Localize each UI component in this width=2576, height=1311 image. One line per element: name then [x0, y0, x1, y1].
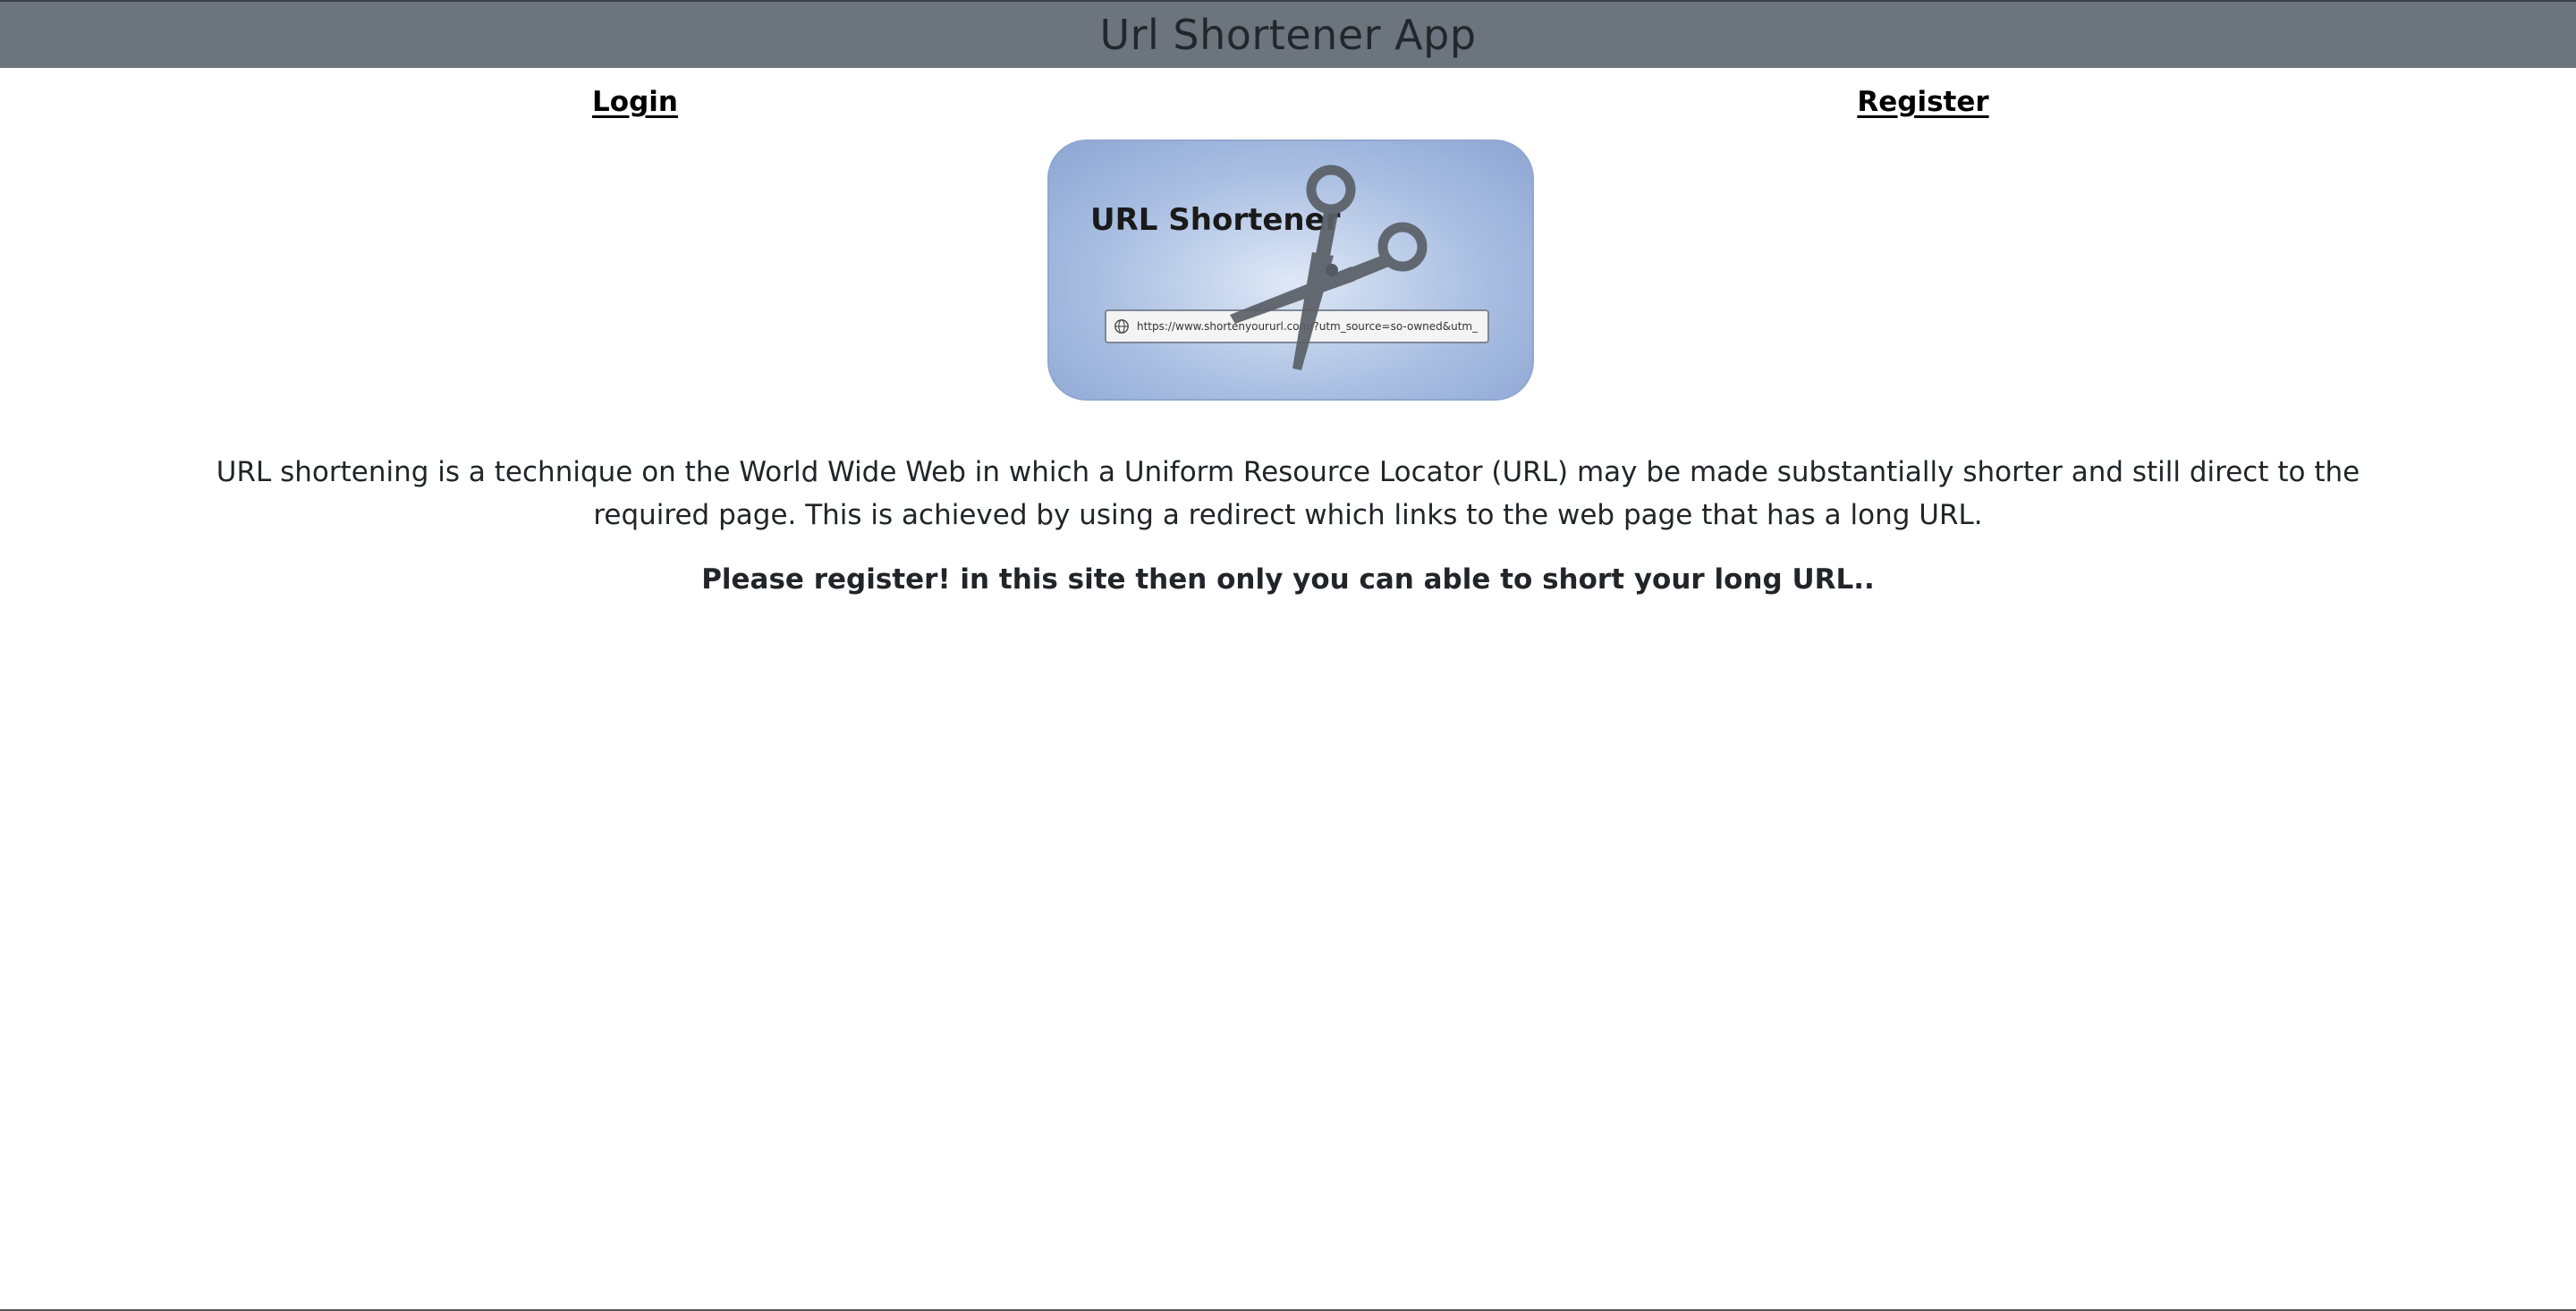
register-prompt: Please register! in this site then only …	[701, 563, 1875, 596]
login-link[interactable]: Login	[592, 86, 678, 118]
register-link[interactable]: Register	[1857, 86, 1988, 118]
globe-icon	[1114, 319, 1129, 334]
description-text: URL shortening is a technique on the Wor…	[216, 456, 2360, 531]
app-title: Url Shortener App	[1099, 11, 1477, 59]
page: Url Shortener App Login Register URL Sho…	[0, 0, 2576, 1311]
hero-image: URL Shortener https://www.shortenyoururl…	[1047, 140, 1534, 401]
scissors-icon	[1230, 165, 1428, 370]
app-header: Url Shortener App	[0, 0, 2576, 68]
